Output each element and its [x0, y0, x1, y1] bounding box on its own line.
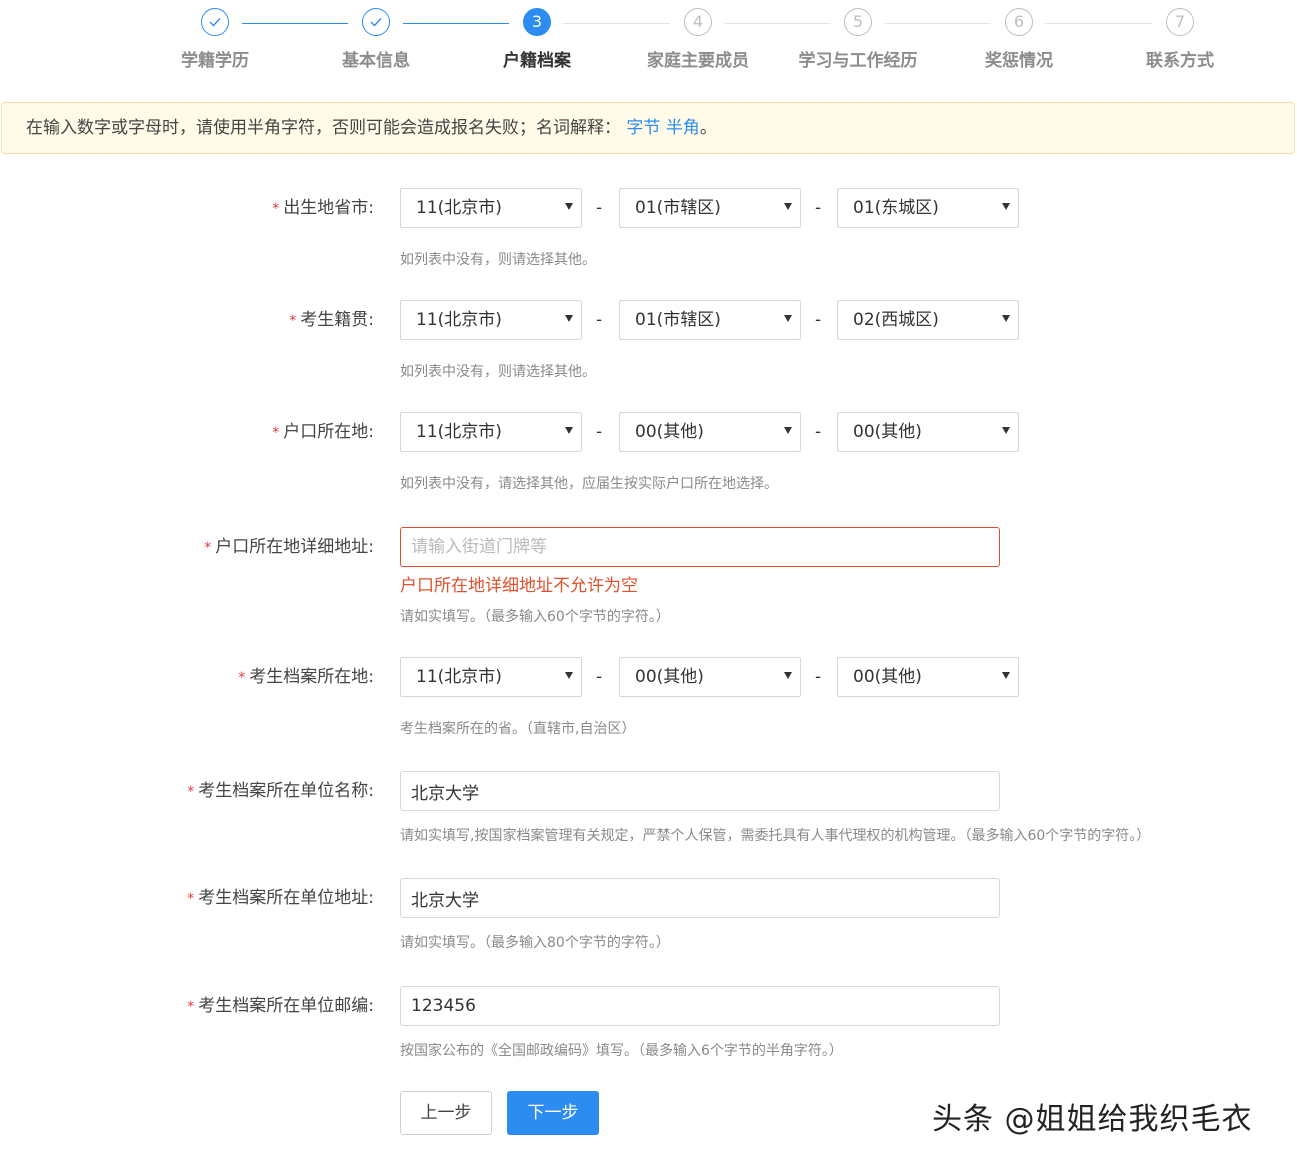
archive-province-select[interactable]: 11(北京市) — [400, 657, 582, 697]
required-mark: * — [187, 784, 195, 800]
next-step-button[interactable]: 下一步 — [507, 1091, 599, 1135]
required-mark: * — [187, 891, 195, 907]
previous-step-button[interactable]: 上一步 — [400, 1091, 492, 1135]
dropdown-arrow-icon — [784, 315, 792, 322]
step-6[interactable]: 6 奖惩情况 — [949, 8, 1089, 71]
required-mark: * — [272, 201, 280, 217]
archive-unit-address-label: * 考生档案所在单位地址: — [187, 888, 374, 908]
native-place-district-select[interactable]: 02(西城区) — [837, 300, 1019, 340]
native-place-label: * 考生籍贯: — [289, 310, 374, 330]
archive-city-select[interactable]: 00(其他) — [619, 657, 801, 697]
required-mark: * — [272, 425, 280, 441]
separator-dash: - — [815, 422, 822, 442]
step-4-number: 4 — [684, 8, 712, 36]
required-mark: * — [187, 999, 195, 1015]
step-3-number: 3 — [523, 8, 551, 36]
check-icon — [362, 8, 390, 36]
check-icon — [201, 8, 229, 36]
birthplace-hint: 如列表中没有，则请选择其他。 — [400, 252, 596, 268]
step-1-label: 学籍学历 — [181, 51, 249, 71]
step-7-number: 7 — [1166, 8, 1194, 36]
step-4[interactable]: 4 家庭主要成员 — [628, 8, 768, 71]
step-3-label: 户籍档案 — [503, 51, 571, 71]
archive-unit-name-hint: 请如实填写,按国家档案管理有关规定，严禁个人保管，需委托具有人事代理权的机构管理… — [400, 828, 1151, 844]
separator-dash: - — [815, 310, 822, 330]
native-place-city-select[interactable]: 01(市辖区) — [619, 300, 801, 340]
notice-end: 。 — [699, 118, 717, 138]
step-2-label: 基本信息 — [342, 51, 410, 71]
hukou-address-label: * 户口所在地详细地址: — [204, 537, 374, 557]
dropdown-arrow-icon — [1002, 203, 1010, 210]
dropdown-arrow-icon — [565, 427, 573, 434]
dropdown-arrow-icon — [784, 203, 792, 210]
hukou-address-error: 户口所在地详细地址不允许为空 — [400, 576, 638, 596]
step-6-number: 6 — [1005, 8, 1033, 36]
archive-location-label: * 考生档案所在地: — [238, 667, 374, 687]
step-7-label: 联系方式 — [1146, 51, 1214, 71]
step-1[interactable]: 学籍学历 — [145, 8, 285, 71]
native-place-hint: 如列表中没有，则请选择其他。 — [400, 364, 596, 380]
halfwidth-link[interactable]: 半角 — [666, 118, 700, 138]
birthplace-province-select[interactable]: 11(北京市) — [400, 188, 582, 228]
separator-dash: - — [815, 198, 822, 218]
step-7[interactable]: 7 联系方式 — [1110, 8, 1250, 71]
archive-unit-address-input[interactable] — [400, 878, 1000, 918]
separator-dash: - — [596, 422, 603, 442]
archive-unit-name-label: * 考生档案所在单位名称: — [187, 781, 374, 801]
separator-dash: - — [596, 198, 603, 218]
step-progress: 学籍学历 基本信息 3 户籍档案 4 家庭主要成员 5 学习与工作经历 6 奖惩… — [0, 0, 1297, 80]
byte-link[interactable]: 字节 — [626, 118, 660, 138]
required-mark: * — [204, 540, 212, 556]
archive-unit-name-input[interactable] — [400, 771, 1000, 811]
archive-district-select[interactable]: 00(其他) — [837, 657, 1019, 697]
required-mark: * — [238, 670, 246, 686]
hukou-hint: 如列表中没有，请选择其他，应届生按实际户口所在地选择。 — [400, 476, 778, 492]
hukou-city-select[interactable]: 00(其他) — [619, 412, 801, 452]
separator-dash: - — [596, 667, 603, 687]
dropdown-arrow-icon — [784, 672, 792, 679]
hukou-address-input[interactable] — [400, 527, 1000, 567]
dropdown-arrow-icon — [565, 672, 573, 679]
watermark-text: 头条 @姐姐给我织毛衣 — [932, 1102, 1253, 1137]
archive-unit-address-hint: 请如实填写。（最多输入80个字节的字符。） — [400, 935, 670, 951]
hukou-address-hint: 请如实填写。（最多输入60个字节的字符。） — [400, 609, 670, 625]
step-5-label: 学习与工作经历 — [798, 51, 918, 71]
native-place-province-select[interactable]: 11(北京市) — [400, 300, 582, 340]
dropdown-arrow-icon — [565, 203, 573, 210]
hukou-district-select[interactable]: 00(其他) — [837, 412, 1019, 452]
hukou-label: * 户口所在地: — [272, 422, 374, 442]
archive-unit-postcode-label: * 考生档案所在单位邮编: — [187, 996, 374, 1016]
separator-dash: - — [596, 310, 603, 330]
separator-dash: - — [815, 667, 822, 687]
step-5[interactable]: 5 学习与工作经历 — [788, 8, 928, 71]
halfwidth-notice: 在输入数字或字母时，请使用半角字符，否则可能会造成报名失败；名词解释： 字节 半… — [1, 102, 1295, 154]
archive-unit-postcode-input[interactable] — [400, 986, 1000, 1026]
dropdown-arrow-icon — [1002, 672, 1010, 679]
archive-unit-postcode-hint: 按国家公布的《全国邮政编码》填写。（最多输入6个字节的半角字符。） — [400, 1043, 843, 1059]
required-mark: * — [289, 313, 297, 329]
hukou-province-select[interactable]: 11(北京市) — [400, 412, 582, 452]
dropdown-arrow-icon — [1002, 315, 1010, 322]
dropdown-arrow-icon — [784, 427, 792, 434]
step-2[interactable]: 基本信息 — [306, 8, 446, 71]
notice-text: 在输入数字或字母时，请使用半角字符，否则可能会造成报名失败；名词解释： — [26, 118, 621, 138]
step-3[interactable]: 3 户籍档案 — [467, 8, 607, 71]
step-6-label: 奖惩情况 — [985, 51, 1053, 71]
dropdown-arrow-icon — [565, 315, 573, 322]
step-4-label: 家庭主要成员 — [647, 51, 749, 71]
dropdown-arrow-icon — [1002, 427, 1010, 434]
birthplace-district-select[interactable]: 01(东城区) — [837, 188, 1019, 228]
birthplace-label: * 出生地省市: — [272, 198, 374, 218]
birthplace-city-select[interactable]: 01(市辖区) — [619, 188, 801, 228]
step-5-number: 5 — [844, 8, 872, 36]
archive-location-hint: 考生档案所在的省。（直辖市,自治区） — [400, 721, 636, 737]
